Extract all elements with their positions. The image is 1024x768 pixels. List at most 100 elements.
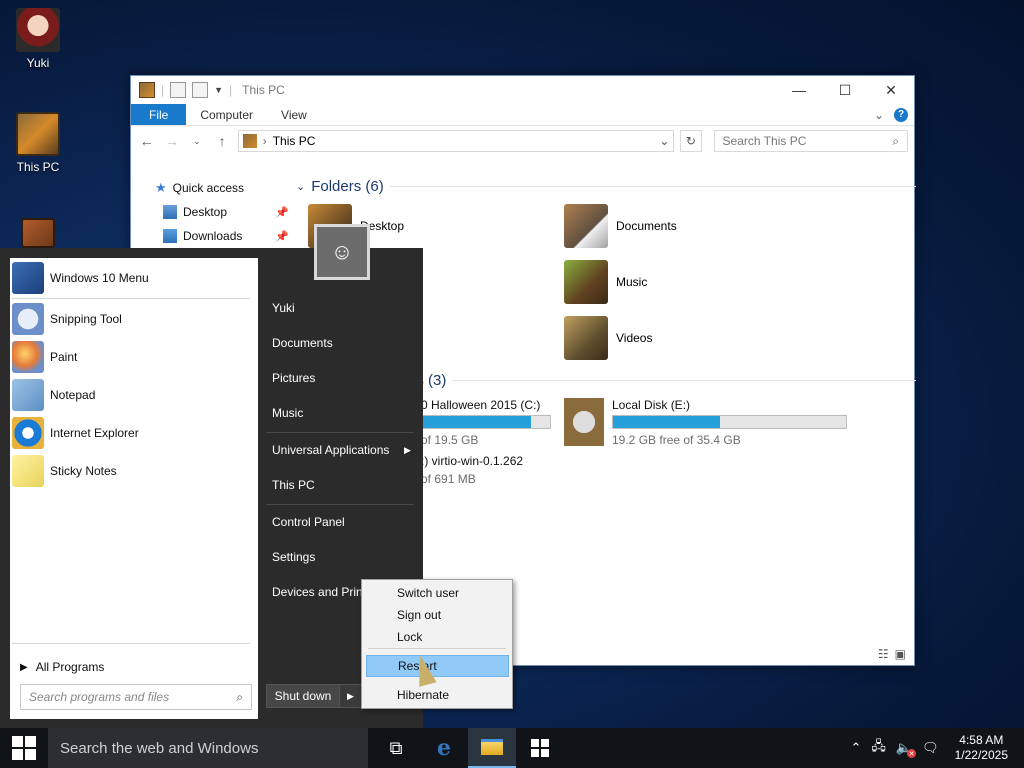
user-silhouette-icon: ☺	[330, 239, 354, 264]
menu-hibernate[interactable]: Hibernate	[366, 684, 509, 706]
start-search-input[interactable]: Search programs and files ⌕	[20, 684, 252, 710]
address-dropdown-icon[interactable]: ⌄	[659, 134, 669, 148]
address-field[interactable]: › This PC ⌄	[237, 130, 675, 152]
this-pc-small-icon	[242, 134, 257, 148]
show-hidden-icons-icon[interactable]: ⌃	[851, 740, 862, 756]
taskbar-search-box[interactable]: Search the web and Windows	[48, 728, 368, 768]
network-icon[interactable]: 🖧	[871, 737, 886, 759]
desktop-icon-box[interactable]	[6, 218, 70, 252]
up-button[interactable]: ↑	[213, 133, 232, 149]
clock-date: 1/22/2025	[954, 748, 1008, 762]
back-button[interactable]: ←	[137, 133, 156, 149]
start-item-windows-10-menu[interactable]: Windows 10 Menu	[12, 262, 149, 294]
internet-explorer-icon	[12, 417, 44, 449]
sticky-notes-icon	[12, 455, 44, 487]
nav-downloads[interactable]: Downloads 📌	[155, 224, 295, 248]
new-folder-icon[interactable]	[192, 82, 209, 98]
nav-quick-access[interactable]: ★ Quick access	[155, 176, 295, 200]
menu-switch-user[interactable]: Switch user	[366, 582, 509, 604]
menu-restart[interactable]: Restart	[366, 655, 509, 677]
start-item-internet-explorer[interactable]: Internet Explorer	[12, 417, 139, 449]
drive-c[interactable]: 0 Halloween 2015 (C:) of 19.5 GB	[421, 398, 551, 447]
task-view-icon: ⧉	[389, 737, 403, 758]
clock[interactable]: 4:58 AM 1/22/2025	[949, 733, 1014, 763]
start-item-paint[interactable]: Paint	[12, 341, 77, 373]
tab-file[interactable]: File	[131, 104, 187, 125]
menu-lock[interactable]: Lock	[366, 626, 509, 648]
large-icons-view-icon[interactable]: ▣	[895, 647, 906, 661]
triangle-right-icon: ▶	[20, 661, 28, 673]
paint-palette-icon	[12, 341, 44, 373]
help-icon[interactable]: ?	[894, 107, 908, 122]
desktop-icon-label: This PC	[16, 160, 60, 174]
properties-icon[interactable]	[170, 82, 187, 98]
menu-sign-out[interactable]: Sign out	[366, 604, 509, 626]
start-right-music[interactable]: Music	[272, 406, 303, 420]
customize-qat-icon[interactable]: ▼	[214, 85, 223, 95]
view-buttons: ☷ ▣	[878, 647, 906, 661]
local-disk-icon	[564, 398, 604, 446]
folders-group-header[interactable]: ⌄ Folders (6)	[296, 176, 916, 196]
this-pc-small-icon	[139, 82, 155, 98]
folder-music[interactable]: Music	[564, 260, 647, 304]
edge-icon: e	[437, 735, 451, 761]
desktop-icon-yuki[interactable]: Yuki	[6, 8, 70, 70]
start-right-devices-and-printers[interactable]: Devices and Print	[272, 585, 366, 599]
titlebar: | ▼ | This PC — ☐ ✕	[131, 76, 914, 104]
tab-computer[interactable]: Computer	[186, 104, 267, 125]
breadcrumb[interactable]: This PC	[273, 134, 316, 148]
collapse-icon: ⌄	[296, 180, 306, 193]
task-view-button[interactable]: ⧉	[372, 728, 420, 768]
action-center-icon[interactable]: 🗨	[922, 740, 939, 756]
clock-time: 4:58 AM	[959, 733, 1004, 747]
start-right-this-pc[interactable]: This PC	[272, 478, 315, 492]
user-picture-tile[interactable]: ☺	[314, 224, 370, 280]
minimize-button[interactable]: —	[776, 76, 822, 104]
window-title: This PC	[242, 83, 285, 97]
taskbar-edge[interactable]: e	[420, 728, 468, 768]
close-button[interactable]: ✕	[868, 76, 914, 104]
drive-cd[interactable]: :) virtio-win-0.1.262 of 691 MB	[421, 454, 523, 486]
drives-group-header[interactable]: es (3)	[408, 370, 916, 390]
quick-access-toolbar: | ▼ |	[139, 82, 232, 98]
taskbar-store[interactable]	[516, 728, 564, 768]
search-input[interactable]: Search This PC ⌕	[713, 130, 908, 152]
start-button[interactable]	[0, 728, 48, 768]
shutdown-button[interactable]: Shut down	[267, 685, 339, 707]
drive-usage-fill	[613, 416, 721, 428]
expand-ribbon-icon[interactable]: ⌄	[874, 108, 884, 122]
windows-menu-icon	[12, 262, 44, 294]
volume-muted-icon[interactable]: 🔈 ✕	[896, 740, 917, 758]
maximize-button[interactable]: ☐	[822, 76, 868, 104]
window-controls: — ☐ ✕	[776, 76, 914, 104]
nav-desktop[interactable]: Desktop 📌	[155, 200, 295, 224]
tab-view[interactable]: View	[267, 104, 321, 125]
all-programs-button[interactable]: ▶ All Programs	[20, 660, 104, 674]
start-right-yuki[interactable]: Yuki	[272, 301, 295, 315]
taskbar: Search the web and Windows ⧉ e ⌃ 🖧 🔈 ✕ 🗨 …	[0, 728, 1024, 768]
start-right-universal-applications[interactable]: Universal Applications	[272, 443, 389, 457]
start-item-snipping-tool[interactable]: Snipping Tool	[12, 303, 122, 335]
pin-icon: 📌	[275, 230, 289, 243]
forward-button[interactable]: →	[162, 133, 181, 149]
shutdown-options-arrow[interactable]: ▶	[339, 685, 361, 707]
start-right-pictures[interactable]: Pictures	[272, 371, 315, 385]
folder-videos[interactable]: Videos	[564, 316, 652, 360]
star-icon: ★	[155, 180, 167, 195]
start-right-documents[interactable]: Documents	[272, 336, 333, 350]
desktop-icon-label: Yuki	[26, 56, 50, 70]
start-right-settings[interactable]: Settings	[272, 550, 315, 564]
start-right-control-panel[interactable]: Control Panel	[272, 515, 345, 529]
start-item-sticky-notes[interactable]: Sticky Notes	[12, 455, 117, 487]
taskbar-file-explorer[interactable]	[468, 728, 516, 768]
desktop-icon-this-pc[interactable]: This PC	[6, 112, 70, 174]
refresh-button[interactable]: ↻	[680, 130, 702, 152]
details-view-icon[interactable]: ☷	[878, 647, 889, 661]
documents-folder-icon	[564, 204, 608, 248]
file-explorer-icon	[481, 739, 503, 755]
scissors-icon	[12, 303, 44, 335]
folder-documents[interactable]: Documents	[564, 204, 677, 248]
drive-e[interactable]: Local Disk (E:) 19.2 GB free of 35.4 GB	[564, 398, 847, 447]
recent-locations-icon[interactable]: ⌄	[187, 136, 206, 147]
start-item-notepad[interactable]: Notepad	[12, 379, 95, 411]
